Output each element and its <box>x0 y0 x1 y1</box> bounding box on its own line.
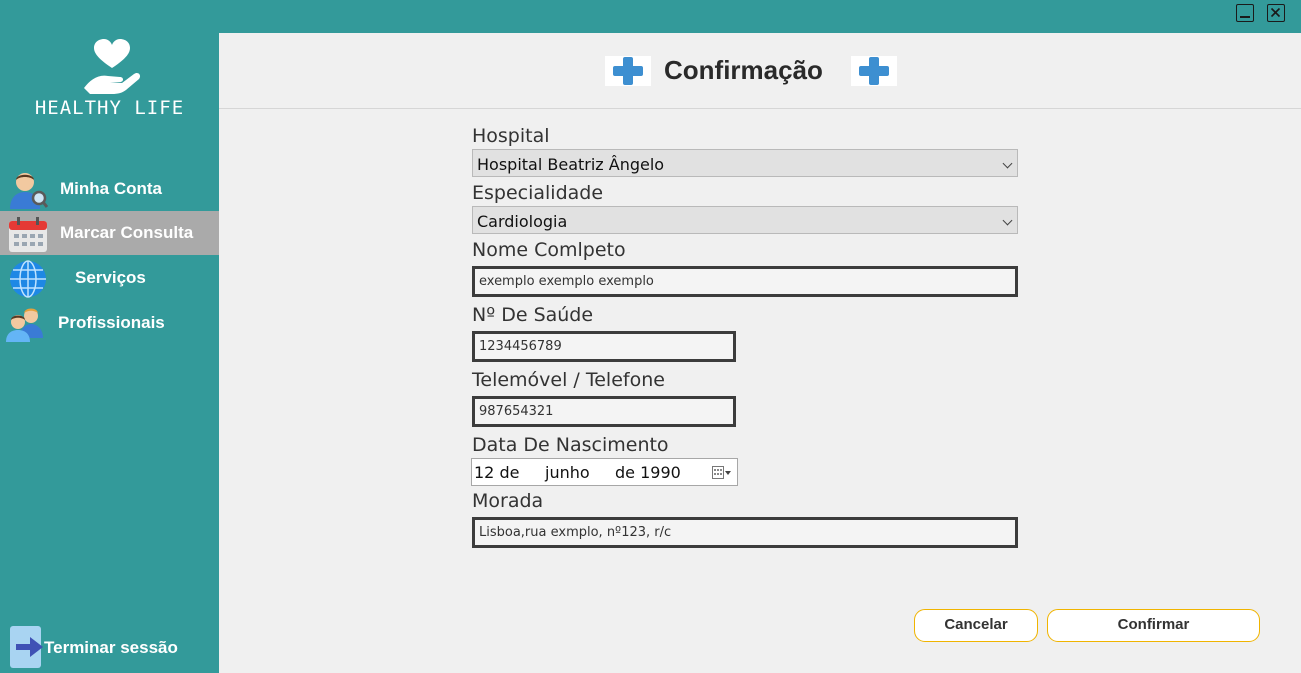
full-name-field-box <box>472 266 1018 297</box>
hospital-select[interactable]: Hospital Beatriz Ângelo <box>472 149 1018 177</box>
sidebar-item-profissionais[interactable]: Profissionais <box>0 301 219 345</box>
page-title: Confirmação <box>664 55 823 85</box>
birth-day: 12 de <box>474 463 520 482</box>
globe-icon <box>10 260 46 298</box>
sidebar: Healthy Life Minha Conta Marcar Consulta <box>0 33 219 673</box>
sidebar-item-label: Serviços <box>75 268 146 287</box>
birth-year: de 1990 <box>615 463 681 482</box>
page-header: Confirmação <box>219 33 1301 109</box>
plus-icon <box>605 56 651 86</box>
logout-button[interactable]: Terminar sessão <box>8 626 208 670</box>
confirm-button[interactable]: Confirmar <box>1047 609 1260 642</box>
health-number-input[interactable] <box>475 334 733 359</box>
full-name-label: Nome Comlpeto <box>472 239 626 261</box>
phone-input[interactable] <box>475 399 733 424</box>
hospital-select-value: Hospital Beatriz Ângelo <box>477 155 665 174</box>
plus-icon <box>851 56 897 86</box>
sidebar-item-marcar-consulta[interactable]: Marcar Consulta <box>0 211 219 255</box>
window-title-bar <box>0 0 1301 33</box>
sidebar-item-label: Minha Conta <box>60 179 162 198</box>
logout-arrow-icon <box>10 626 43 668</box>
calendar-dropdown-icon[interactable] <box>712 466 732 480</box>
health-number-label: Nº De Saúde <box>472 304 594 326</box>
account-search-icon <box>10 173 48 209</box>
address-label: Morada <box>472 490 544 512</box>
sidebar-item-label: Profissionais <box>58 313 165 332</box>
sidebar-item-label: Marcar Consulta <box>60 223 194 242</box>
cancel-button[interactable]: Cancelar <box>914 609 1038 642</box>
specialty-label: Especialidade <box>472 182 604 204</box>
heart-hand-icon <box>84 39 141 94</box>
specialty-select-value: Cardiologia <box>477 212 568 231</box>
full-name-input[interactable] <box>475 269 1015 294</box>
chevron-down-icon <box>1002 158 1013 169</box>
specialty-select[interactable]: Cardiologia <box>472 206 1018 234</box>
address-input[interactable] <box>475 520 1015 545</box>
phone-label: Telemóvel / Telefone <box>472 369 665 391</box>
professionals-icon <box>6 308 43 342</box>
birth-month: junho <box>545 463 590 482</box>
hospital-label: Hospital <box>472 125 550 147</box>
birth-date-label: Data De Nascimento <box>472 434 669 456</box>
minimize-icon[interactable] <box>1236 4 1254 22</box>
sidebar-item-servicos[interactable]: Serviços <box>0 256 219 300</box>
birth-date-picker[interactable]: 12 de junho de 1990 <box>471 458 738 486</box>
chevron-down-icon <box>1002 215 1013 226</box>
health-number-field-box <box>472 331 736 362</box>
address-field-box <box>472 517 1018 548</box>
close-icon[interactable] <box>1267 4 1285 22</box>
logout-label: Terminar sessão <box>44 638 178 657</box>
calendar-icon <box>9 217 47 252</box>
app-logo: Healthy Life <box>0 33 219 133</box>
phone-field-box <box>472 396 736 427</box>
sidebar-item-minha-conta[interactable]: Minha Conta <box>0 167 219 211</box>
app-name: Healthy Life <box>34 97 185 119</box>
